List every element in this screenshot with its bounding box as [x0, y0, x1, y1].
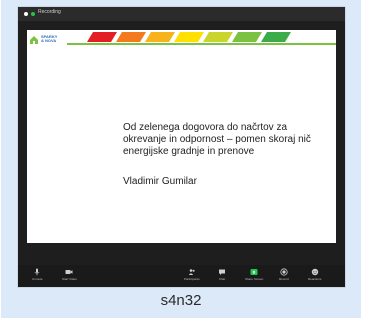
header-stripe — [145, 32, 175, 42]
record-label: Record — [279, 277, 289, 281]
house-icon — [30, 36, 38, 44]
reactions-button[interactable]: Reactions — [308, 268, 321, 281]
logo: SPARKY & NOVA — [29, 33, 69, 47]
recording-status-icon — [31, 12, 35, 16]
slide-title: Od zelenega dogovora do načrtov za okrev… — [123, 122, 311, 157]
start-video-button[interactable]: Start Video — [62, 268, 77, 281]
start-video-label: Start Video — [62, 277, 77, 281]
slide-author: Vladimir Gumilar — [123, 176, 197, 187]
chat-button[interactable]: Chat — [218, 268, 226, 281]
share-screen-icon — [250, 269, 258, 275]
window-dot-icon — [24, 12, 28, 16]
tile-caption: s4n32 — [160, 292, 202, 309]
reactions-icon — [311, 268, 318, 276]
header-stripes — [67, 32, 336, 45]
record-button[interactable]: Record — [279, 268, 289, 281]
presentation-slide: SPARKY & NOVA Od zelenega dogovora do na… — [27, 30, 336, 243]
header-stripe — [203, 32, 233, 42]
participants-button[interactable]: Participants — [184, 268, 200, 281]
share-screen-label: Share Screen — [245, 277, 264, 281]
share-screen-button[interactable]: Share Screen — [245, 268, 263, 281]
header-stripe — [232, 32, 262, 42]
recording-thumbnail[interactable]: Recording SPARKY & NOVA Od zelenega dogo… — [18, 7, 345, 287]
header-stripe — [116, 32, 146, 42]
header-stripe — [174, 32, 204, 42]
chat-label: Chat — [218, 277, 226, 281]
video-camera-icon — [65, 270, 73, 274]
logo-text: SPARKY & NOVA — [41, 35, 57, 43]
meeting-toolbar: Unmute Start Video Participants Chat Sha… — [18, 265, 345, 287]
header-stripe — [87, 32, 117, 42]
unmute-button[interactable]: Unmute — [32, 268, 43, 281]
unmute-label: Unmute — [32, 277, 43, 281]
meeting-label: Recording — [38, 9, 61, 15]
participants-label: Participants — [184, 277, 200, 281]
participants-icon — [188, 269, 195, 275]
window-title-bar: Recording — [18, 7, 345, 21]
record-icon — [280, 268, 288, 276]
chat-icon — [219, 269, 225, 275]
recording-tile[interactable]: Recording SPARKY & NOVA Od zelenega dogo… — [1, 0, 361, 318]
header-stripe — [261, 32, 291, 42]
reactions-label: Reactions — [308, 277, 322, 281]
microphone-icon — [34, 268, 40, 276]
logo-line-2: & NOVA — [41, 38, 57, 43]
